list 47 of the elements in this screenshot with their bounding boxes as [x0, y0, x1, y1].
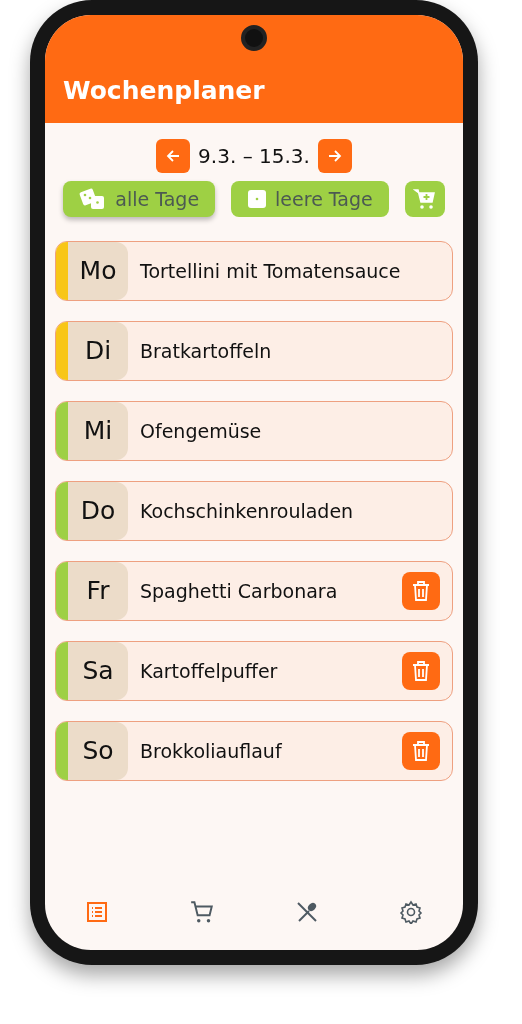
meal-card[interactable]: Do Kochschinkenrouladen — [55, 481, 453, 541]
delete-button[interactable] — [402, 732, 440, 770]
meal-card[interactable]: Fr Spaghetti Carbonara — [55, 561, 453, 621]
randomize-all-button[interactable]: alle Tage — [63, 181, 216, 217]
arrow-left-icon — [165, 148, 182, 164]
meal-name: Brokkoliauflauf — [139, 738, 283, 764]
list-icon — [85, 900, 109, 924]
day-label: So — [68, 722, 128, 780]
randomize-empty-button[interactable]: leere Tage — [231, 181, 389, 217]
day-label: Mo — [68, 242, 128, 300]
arrow-right-icon — [326, 148, 343, 164]
nav-tab[interactable] — [295, 900, 319, 924]
day-label: Mi — [68, 402, 128, 460]
cart-icon — [189, 899, 215, 925]
cutlery-icon — [295, 900, 319, 924]
next-week-button[interactable] — [317, 139, 352, 173]
trash-icon — [411, 740, 431, 762]
nav-tab[interactable] — [189, 899, 215, 925]
day-label: Do — [68, 482, 128, 540]
meal-name: Bratkartoffeln — [139, 338, 273, 364]
add-to-cart-button[interactable] — [404, 181, 445, 217]
meal-name: Ofengemüse — [139, 418, 263, 444]
previous-week-button[interactable] — [156, 139, 191, 173]
meal-card[interactable]: Mo Tortellini mit Tomatensauce — [55, 241, 453, 301]
camera-icon — [241, 25, 267, 51]
meal-card[interactable]: So Brokkoliauflauf — [55, 721, 453, 781]
settings-icon — [399, 900, 423, 924]
week-range: 9.3. – 15.3. — [198, 143, 310, 170]
delete-button[interactable] — [402, 652, 440, 690]
meal-name: Tortellini mit Tomatensauce — [139, 258, 402, 284]
meal-name: Kochschinkenrouladen — [139, 498, 355, 524]
trash-icon — [411, 580, 431, 602]
meal-card[interactable]: Sa Kartoffelpuffer — [55, 641, 453, 701]
cart-add-icon — [412, 187, 437, 211]
delete-button[interactable] — [402, 572, 440, 610]
app-title: Wochenplaner — [63, 74, 265, 107]
trash-icon — [411, 660, 431, 682]
day-label: Fr — [68, 562, 128, 620]
day-label: Sa — [68, 642, 128, 700]
nav-tab[interactable] — [399, 900, 423, 924]
meal-name: Spaghetti Carbonara — [139, 578, 339, 604]
meal-card[interactable]: Di Bratkartoffeln — [55, 321, 453, 381]
nav-tab[interactable] — [85, 900, 109, 924]
meal-card[interactable]: Mi Ofengemüse — [55, 401, 453, 461]
die-icon — [247, 189, 268, 209]
meal-name: Kartoffelpuffer — [139, 658, 279, 684]
day-label: Di — [68, 322, 128, 380]
